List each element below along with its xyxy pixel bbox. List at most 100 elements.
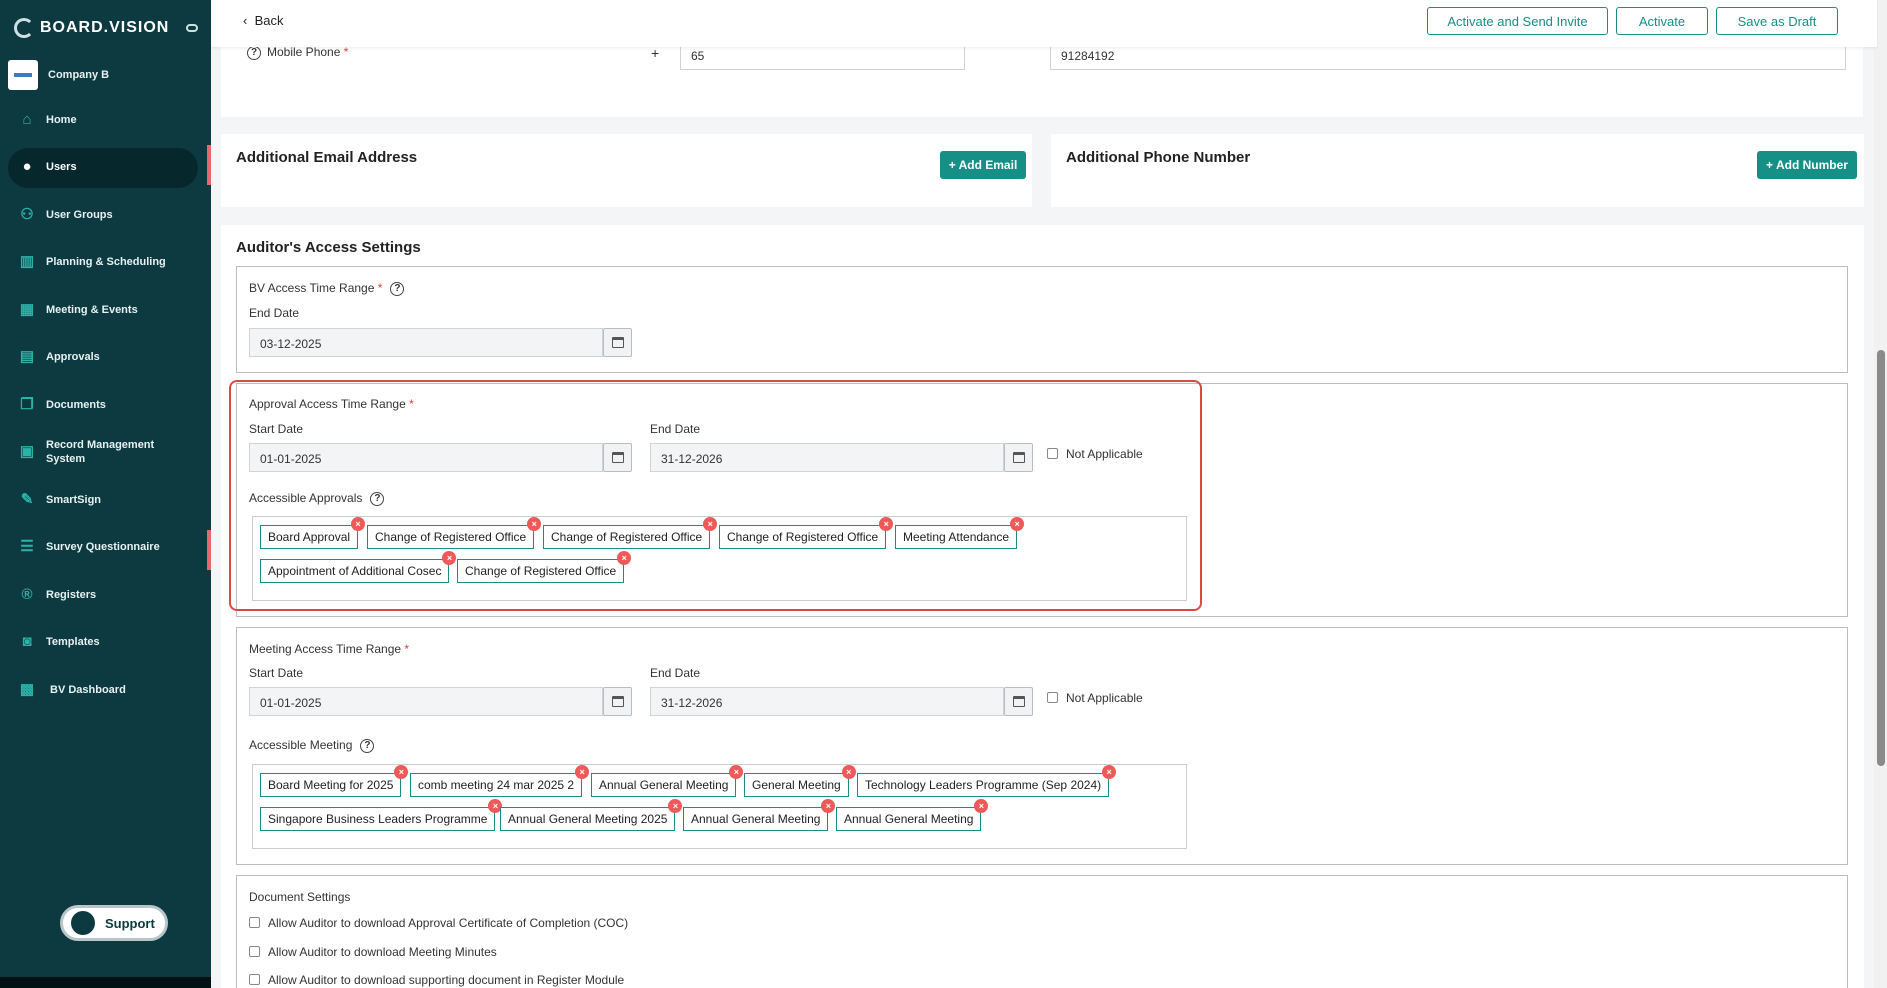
meeting-end-date-label: End Date	[650, 666, 701, 680]
dashboard-icon: ▩	[19, 680, 35, 698]
download-minutes-label: Allow Auditor to download Meeting Minute…	[268, 945, 497, 959]
accessible-meeting-label: Accessible Meeting?	[249, 738, 375, 753]
help-icon[interactable]: ?	[390, 281, 405, 296]
meeting-tag: General Meeting ×	[744, 765, 856, 797]
document-settings-label: Document Settings	[249, 890, 351, 904]
auditor-settings-panel: Auditor's Access Settings BV Access Time…	[221, 225, 1864, 988]
help-icon[interactable]: ?	[360, 738, 375, 753]
calendar-icon	[611, 337, 624, 348]
meeting-tag: Board Meeting for 2025 ×	[260, 765, 409, 797]
brand-logo[interactable]: BOARD.VISION	[14, 18, 169, 38]
meeting-not-applicable-checkbox[interactable]	[1047, 692, 1058, 703]
sidebar-item-records[interactable]: ▣ Record Management System	[0, 429, 211, 477]
meeting-tag: Annual General Meeting 2025 ×	[500, 799, 683, 831]
top-action-bar: ‹ Back Activate and Send Invite Activate…	[211, 0, 1877, 47]
sidebar-item-label: Record Management System	[46, 439, 155, 466]
sidebar-item-planning[interactable]: ▥ Planning & Scheduling	[0, 239, 211, 287]
sidebar-item-users[interactable]: ● Users	[0, 144, 211, 192]
meetings-tag-box[interactable]: Board Meeting for 2025 × comb meeting 24 …	[252, 764, 1187, 849]
sidebar-item-dashboard[interactable]: ▩ BV Dashboard	[0, 666, 211, 714]
calendar-button[interactable]	[1004, 687, 1033, 716]
download-coc-checkbox[interactable]	[249, 917, 260, 928]
meeting-start-date-label: Start Date	[249, 666, 304, 680]
meeting-access-label: Meeting Access Time Range *	[249, 642, 410, 656]
sidebar-item-approvals[interactable]: ▤ Approvals	[0, 334, 211, 382]
sidebar-item-meetings[interactable]: ▦ Meeting & Events	[0, 286, 211, 334]
bv-access-group: BV Access Time Range *? End Date 03-12-2…	[236, 266, 1848, 373]
users-icon: ⚇	[20, 205, 34, 223]
meeting-access-group: Meeting Access Time Range * Start Date 0…	[236, 627, 1848, 865]
activate-send-invite-button[interactable]: Activate and Send Invite	[1427, 7, 1608, 35]
home-icon: ⌂	[22, 110, 32, 128]
remove-tag-icon[interactable]: ×	[841, 765, 856, 779]
chat-icon	[71, 911, 95, 935]
calendar-button[interactable]	[603, 328, 632, 357]
sidebar-footer	[0, 977, 211, 988]
company-name: Company B	[48, 69, 110, 81]
download-register-docs-checkbox[interactable]	[249, 974, 260, 985]
sidebar-item-home[interactable]: ⌂ Home	[0, 96, 211, 144]
sidebar: BOARD.VISION Company B ⌂ Home ● Users ⚇ …	[0, 0, 211, 988]
remove-tag-icon[interactable]: ×	[668, 799, 683, 813]
mobile-phone-label: ? Mobile Phone *	[247, 45, 348, 60]
additional-email-panel: Additional Email Address + Add Email	[221, 134, 1032, 207]
additional-phone-panel: Additional Phone Number + Add Number	[1051, 134, 1864, 207]
calendar-button[interactable]	[603, 687, 632, 716]
remove-tag-icon[interactable]: ×	[394, 765, 409, 779]
pen-icon: ✎	[20, 490, 34, 508]
add-number-button[interactable]: + Add Number	[1757, 151, 1857, 179]
scrollbar-thumb[interactable]	[1877, 350, 1885, 766]
eye-toggle-icon[interactable]	[186, 24, 198, 32]
meeting-tag: comb meeting 24 mar 2025 2 ×	[410, 765, 590, 797]
company-switcher[interactable]: Company B	[8, 60, 109, 90]
highlight-box	[229, 380, 1202, 611]
additional-email-title: Additional Email Address	[236, 149, 418, 166]
remove-tag-icon[interactable]: ×	[821, 799, 836, 813]
sidebar-item-registers[interactable]: ® Registers	[0, 571, 211, 619]
chart-icon: ▥	[19, 253, 35, 271]
meeting-tag: Technology Leaders Programme (Sep 2024) ×	[857, 765, 1117, 797]
sidebar-item-label: Templates	[46, 636, 100, 649]
sidebar-item-user-groups[interactable]: ⚇ User Groups	[0, 191, 211, 239]
meeting-end-date-input[interactable]: 31-12-2026	[650, 687, 1004, 716]
download-register-docs-label: Allow Auditor to download supporting doc…	[268, 973, 625, 987]
sidebar-item-label: Approvals	[46, 351, 100, 364]
sidebar-item-label: User Groups	[46, 208, 113, 221]
record-icon: ▣	[19, 443, 35, 461]
remove-tag-icon[interactable]: ×	[729, 765, 744, 779]
sidebar-item-documents[interactable]: ❐ Documents	[0, 381, 211, 429]
document-settings-group: Document Settings Allow Auditor to downl…	[236, 875, 1848, 988]
calendar-icon	[1012, 696, 1025, 707]
back-link[interactable]: ‹ Back	[243, 13, 283, 28]
sidebar-nav: ⌂ Home ● Users ⚇ User Groups ▥ Planning …	[0, 96, 211, 714]
bv-end-date-input[interactable]: 03-12-2025	[249, 328, 603, 357]
sidebar-item-label: Planning & Scheduling	[46, 256, 166, 269]
meeting-tag: Annual General Meeting ×	[683, 799, 836, 831]
help-icon[interactable]: ?	[247, 45, 261, 60]
sidebar-item-label: BV Dashboard	[50, 683, 126, 696]
calendar-icon	[611, 696, 624, 707]
sidebar-item-templates[interactable]: ◙ Templates	[0, 619, 211, 667]
sidebar-item-survey[interactable]: ☰ Survey Questionnaire	[0, 524, 211, 572]
activate-button[interactable]: Activate	[1616, 7, 1708, 35]
download-minutes-checkbox[interactable]	[249, 946, 260, 957]
sidebar-item-label: SmartSign	[46, 493, 102, 506]
additional-phone-title: Additional Phone Number	[1066, 149, 1251, 166]
sidebar-item-label: Meeting & Events	[46, 303, 138, 316]
remove-tag-icon[interactable]: ×	[974, 799, 989, 813]
sidebar-item-label: Registers	[46, 588, 97, 601]
templates-icon: ◙	[22, 633, 32, 651]
company-logo	[8, 60, 38, 90]
app-root: BOARD.VISION Company B ⌂ Home ● Users ⚇ …	[0, 0, 1887, 988]
meeting-tag: Singapore Business Leaders Programme ×	[260, 799, 503, 831]
user-icon: ●	[22, 158, 32, 176]
remove-tag-icon[interactable]: ×	[575, 765, 590, 779]
add-email-button[interactable]: + Add Email	[940, 151, 1026, 179]
sidebar-item-smartsign[interactable]: ✎ SmartSign	[0, 476, 211, 524]
remove-tag-icon[interactable]: ×	[1102, 765, 1117, 779]
approval-icon: ▤	[19, 348, 35, 366]
sidebar-item-label: Survey Questionnaire	[46, 541, 160, 554]
meeting-start-date-input[interactable]: 01-01-2025	[249, 687, 603, 716]
support-button[interactable]: Support	[60, 905, 168, 941]
save-draft-button[interactable]: Save as Draft	[1716, 7, 1838, 35]
